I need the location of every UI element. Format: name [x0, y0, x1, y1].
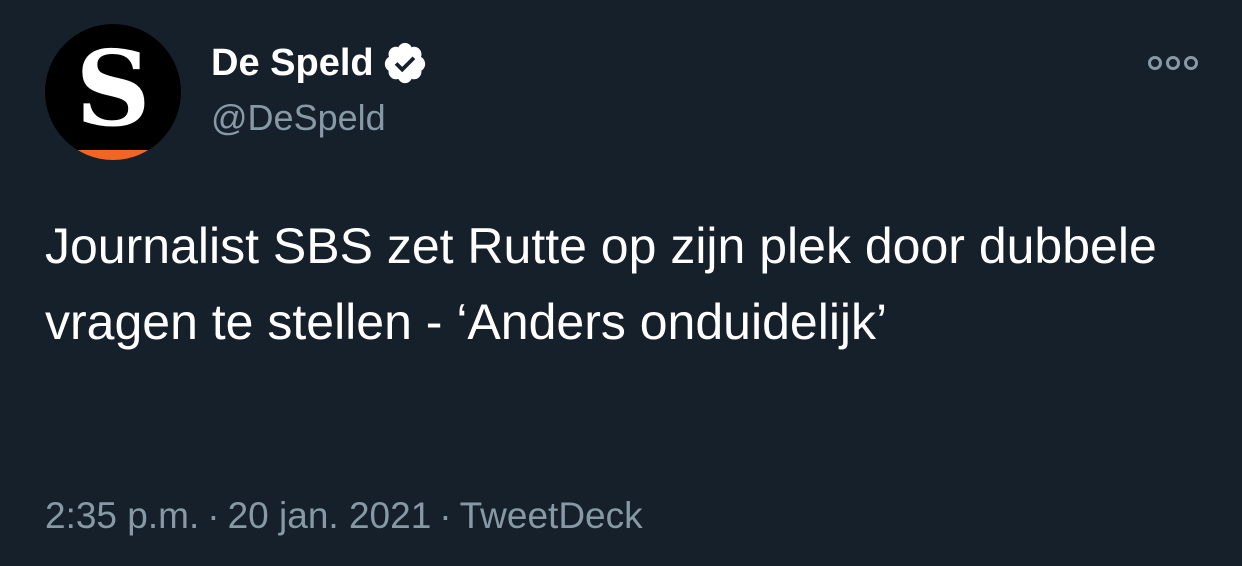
avatar-accent-stripe — [45, 150, 181, 160]
tweet-card: S De Speld @DeSpeld Journalist SBS zet R… — [0, 0, 1242, 566]
tweet-date[interactable]: 20 jan. 2021 — [228, 495, 432, 536]
tweet-source[interactable]: TweetDeck — [460, 495, 643, 536]
meta-separator: · — [439, 495, 452, 536]
display-name: De Speld — [211, 42, 374, 84]
handle-link[interactable]: @DeSpeld — [211, 94, 386, 142]
more-options-icon[interactable] — [1146, 48, 1200, 78]
tweet-meta: 2:35 p.m. · 20 jan. 2021 · TweetDeck — [45, 490, 643, 542]
tweet-time[interactable]: 2:35 p.m. — [45, 495, 199, 536]
verified-badge-icon — [384, 42, 425, 84]
display-name-link[interactable]: De Speld — [211, 38, 428, 88]
avatar-letter: S — [75, 27, 151, 150]
meta-separator: · — [207, 495, 220, 536]
tweet-text: Journalist SBS zet Rutte op zijn plek do… — [45, 218, 1157, 350]
avatar[interactable]: S — [45, 24, 181, 160]
